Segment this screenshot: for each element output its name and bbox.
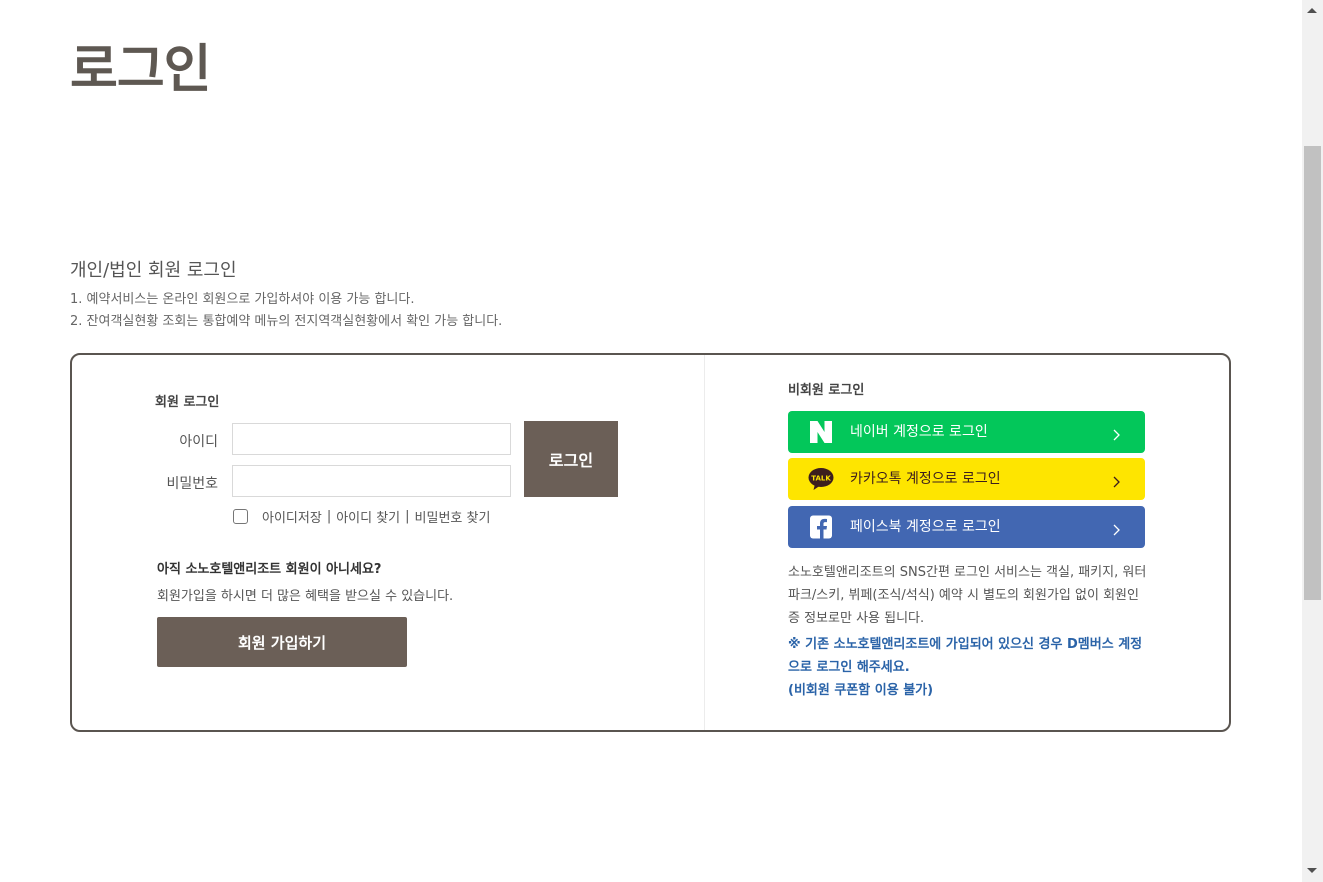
scroll-up-arrow-icon[interactable]	[1307, 8, 1317, 13]
sns-note-line: ※ 기존 소노호텔앤리조트에 가입되어 있으신 경우 D멤버스 계정으로 로그인…	[788, 637, 1143, 675]
sns-login-note: ※ 기존 소노호텔앤리조트에 가입되어 있으신 경우 D멤버스 계정으로 로그인…	[788, 633, 1148, 702]
chevron-right-icon	[1111, 426, 1123, 441]
column-divider	[704, 355, 705, 730]
signup-description: 회원가입을 하시면 더 많은 혜택을 받으실 수 있습니다.	[157, 589, 454, 604]
facebook-login-label: 페이스북 계정으로 로그인	[850, 519, 1001, 535]
scrollbar-thumb[interactable]	[1304, 146, 1321, 600]
find-id-link[interactable]: 아이디 찾기	[336, 507, 400, 526]
kakaotalk-icon: TALK	[808, 467, 834, 491]
notice-room-status: 2. 잔여객실현황 조회는 통합예약 메뉴의 전지역객실현황에서 확인 가능 합…	[70, 314, 503, 329]
sns-note-line: (비회원 쿠폰함 이용 불가)	[788, 683, 934, 698]
section-title: 개인/법인 회원 로그인	[70, 260, 237, 281]
login-button[interactable]: 로그인	[524, 421, 618, 497]
notice-reservation: 1. 예약서비스는 온라인 회원으로 가입하셔야 이용 가능 합니다.	[70, 292, 415, 307]
login-box: 회원 로그인 아이디 비밀번호 로그인 아이디저장 | 아이디 찾기 | 비밀번…	[70, 353, 1231, 732]
guest-login-title: 비회원 로그인	[788, 383, 865, 398]
id-label: 아이디	[179, 434, 218, 450]
kakao-login-label: 카카오톡 계정으로 로그인	[850, 471, 1001, 487]
link-separator: |	[326, 508, 332, 524]
signup-question: 아직 소노호텔앤리조트 회원이 아니세요?	[157, 562, 382, 577]
facebook-icon	[808, 515, 834, 539]
naver-login-button[interactable]: 네이버 계정으로 로그인	[788, 411, 1145, 453]
page-title: 로그인	[70, 40, 212, 100]
kakao-login-button[interactable]: TALK 카카오톡 계정으로 로그인	[788, 458, 1145, 500]
sns-login-description: 소노호텔앤리조트의 SNS간편 로그인 서비스는 객실, 패키지, 워터파크/스…	[788, 565, 1147, 626]
svg-text:TALK: TALK	[811, 474, 831, 482]
save-id-label[interactable]: 아이디저장	[262, 507, 322, 526]
link-separator: |	[405, 508, 410, 524]
password-input[interactable]	[232, 465, 511, 497]
facebook-login-button[interactable]: 페이스북 계정으로 로그인	[788, 506, 1145, 548]
page: 로그인 개인/법인 회원 로그인 1. 예약서비스는 온라인 회원으로 가입하셔…	[0, 0, 1302, 882]
password-label: 비밀번호	[166, 476, 218, 492]
member-login-title: 회원 로그인	[155, 395, 220, 410]
signup-button[interactable]: 회원 가입하기	[157, 617, 407, 667]
vertical-scrollbar[interactable]	[1302, 0, 1323, 882]
id-input[interactable]	[232, 423, 511, 455]
naver-login-label: 네이버 계정으로 로그인	[850, 424, 988, 440]
naver-n-icon	[808, 420, 834, 444]
chevron-right-icon	[1111, 473, 1123, 488]
login-options: 아이디저장 | 아이디 찾기 | 비밀번호 찾기	[232, 506, 490, 526]
chevron-right-icon	[1111, 521, 1123, 536]
save-id-checkbox[interactable]	[233, 508, 248, 524]
find-password-link[interactable]: 비밀번호 찾기	[415, 507, 491, 526]
scroll-down-arrow-icon[interactable]	[1307, 868, 1317, 873]
